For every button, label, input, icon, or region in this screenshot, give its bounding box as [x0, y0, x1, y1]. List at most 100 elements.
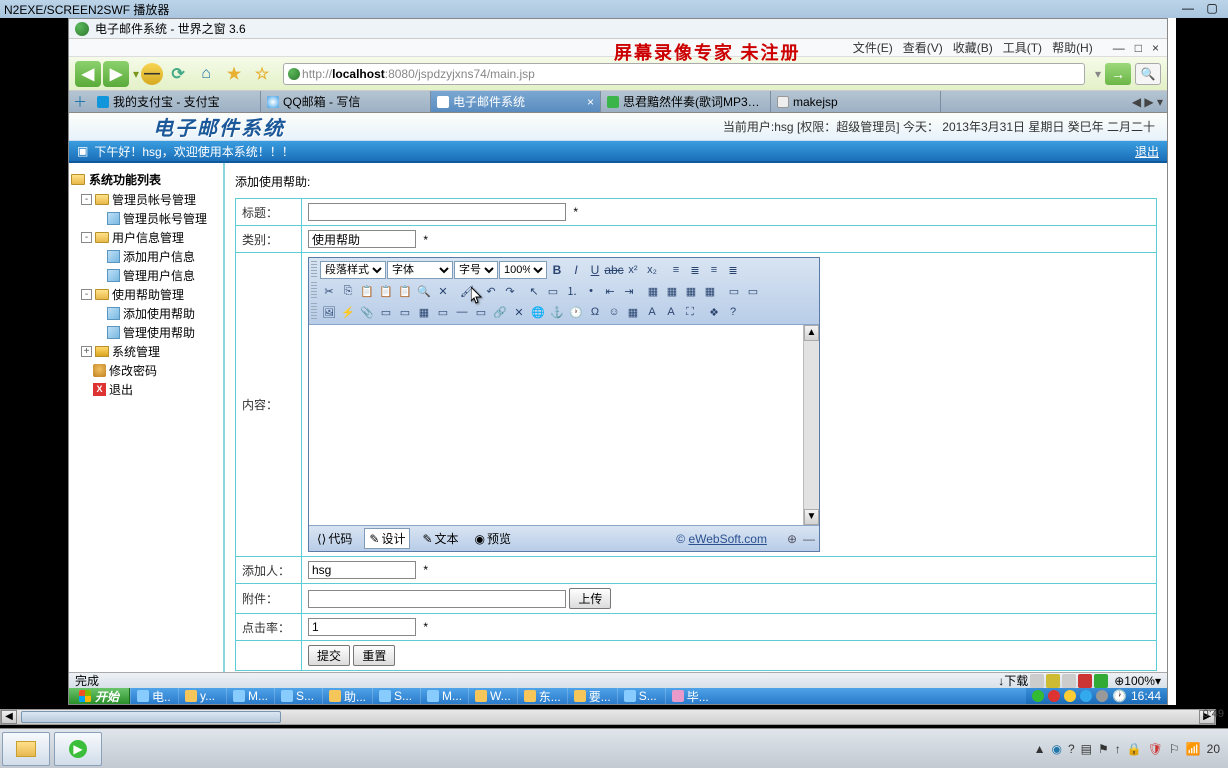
subscript-button[interactable]: x₂ [643, 261, 661, 279]
tree-root[interactable]: 系统功能列表 [71, 169, 221, 190]
input-title[interactable] [308, 203, 566, 221]
emoji-button[interactable]: ☺ [605, 303, 623, 321]
logout-link[interactable]: 退出 [1135, 143, 1159, 160]
start-button[interactable]: 开始 [69, 688, 130, 704]
layer-button[interactable]: ▭ [396, 303, 414, 321]
taskbar-item[interactable]: S... [372, 688, 420, 704]
browser-tab[interactable]: 我的支付宝 - 支付宝 [91, 91, 261, 112]
outer-min-button[interactable]: — [1176, 1, 1200, 17]
table-col-button[interactable]: ▦ [701, 282, 719, 300]
tray-icon[interactable] [1064, 690, 1076, 702]
paste-text-button[interactable]: 📋 [377, 282, 395, 300]
menu-help[interactable]: 帮助(H) [1052, 39, 1093, 56]
tray-icon[interactable] [1032, 690, 1044, 702]
taskbar-item[interactable]: S... [617, 688, 665, 704]
excel-button[interactable]: ▦ [624, 303, 642, 321]
map-button[interactable]: 🌐 [529, 303, 547, 321]
align-justify-button[interactable]: ≣ [724, 261, 742, 279]
system-tray[interactable]: 🕐 16:44 [1026, 688, 1167, 704]
select-size[interactable]: 字号 [454, 261, 498, 279]
status-privacy-icon[interactable] [1062, 674, 1076, 688]
indent-button[interactable]: ⇥ [620, 282, 638, 300]
format-brush-button[interactable]: 🖌 [458, 282, 476, 300]
menu-minimize-button[interactable]: — [1113, 41, 1125, 55]
paste-word-button[interactable]: 📋 [396, 282, 414, 300]
tree-node[interactable]: -用户信息管理 [71, 228, 221, 247]
input-attachment[interactable] [308, 590, 566, 608]
taskbar-item[interactable]: M... [226, 688, 274, 704]
iframe-button[interactable]: ▭ [434, 303, 452, 321]
url-bar[interactable]: http:// localhost :8080/jspdzyjxns74/mai… [283, 63, 1085, 85]
nav-favorite-button[interactable]: ★ [221, 61, 247, 87]
align-right-button[interactable]: ≡ [705, 261, 723, 279]
mode-code[interactable]: ⟨⟩代码 [313, 529, 356, 548]
host-tray-icon[interactable]: ◉ [1051, 742, 1061, 756]
tab-scroll-controls[interactable]: ◀ ▶ ▾ [1128, 91, 1167, 112]
input-category[interactable] [308, 230, 416, 248]
status-secure-icon[interactable] [1094, 674, 1108, 688]
tree-leaf[interactable]: 管理用户信息 [71, 266, 221, 285]
scroll-down-icon[interactable]: ▼ [804, 509, 819, 525]
cut-button[interactable]: ✂ [320, 282, 338, 300]
tree-leaf[interactable]: 添加用户信息 [71, 247, 221, 266]
underline-button[interactable]: U [586, 261, 604, 279]
mode-design[interactable]: ✎设计 [364, 528, 410, 549]
taskbar-item[interactable]: M... [420, 688, 468, 704]
tree-leaf[interactable]: 管理使用帮助 [71, 323, 221, 342]
host-tray-signal-icon[interactable]: 📶 [1186, 742, 1201, 756]
tree-leaf[interactable]: 管理员帐号管理 [71, 209, 221, 228]
submit-button[interactable]: 提交 [308, 645, 350, 666]
menu-view[interactable]: 查看(V) [903, 39, 943, 56]
redo-button[interactable]: ↷ [501, 282, 519, 300]
nav-back-button[interactable]: ◀ [75, 61, 101, 87]
menu-favorites[interactable]: 收藏(B) [953, 39, 993, 56]
table-prop-button[interactable]: ▦ [663, 282, 681, 300]
status-zoom-text[interactable]: 100% [1124, 674, 1155, 688]
host-tray-clock[interactable]: 20 [1207, 742, 1220, 756]
menu-maximize-button[interactable]: □ [1135, 41, 1142, 55]
tree-toggle-icon[interactable]: - [81, 232, 92, 243]
select-arrow-button[interactable]: ↖ [525, 282, 543, 300]
tree-node[interactable]: -管理员帐号管理 [71, 190, 221, 209]
taskbar-item[interactable]: 要... [567, 688, 617, 704]
host-tray-icon[interactable]: ⚐ [1169, 742, 1180, 756]
nav-home-button[interactable]: ⌂ [193, 61, 219, 87]
find-button[interactable]: 🔍 [415, 282, 433, 300]
host-tray-icon[interactable]: ▤ [1081, 742, 1092, 756]
taskbar-item[interactable]: 助... [322, 688, 372, 704]
align-left-button[interactable]: ≡ [667, 261, 685, 279]
select-zoom[interactable]: 100% [499, 261, 547, 279]
form-button[interactable]: ▭ [725, 282, 743, 300]
marquee-button[interactable]: ▭ [472, 303, 490, 321]
scroll-left-icon[interactable]: ◀ [1, 710, 17, 724]
url-dropdown-icon[interactable]: ▾ [1091, 67, 1105, 81]
taskbar-item[interactable]: 东... [517, 688, 567, 704]
host-tray-icon[interactable]: 🔒 [1127, 742, 1142, 756]
align-center-button[interactable]: ≣ [686, 261, 704, 279]
host-tray-icon[interactable]: ? [1068, 742, 1075, 756]
status-popup-icon[interactable] [1046, 674, 1060, 688]
copy-button[interactable]: ⎘ [339, 282, 357, 300]
taskbar-item[interactable]: 电.. [130, 688, 178, 704]
host-tray-icon[interactable]: ↑ [1115, 742, 1121, 756]
menu-tools[interactable]: 工具(T) [1003, 39, 1042, 56]
table-row-button[interactable]: ▦ [682, 282, 700, 300]
tab-new-button[interactable]: ＋ [69, 91, 91, 112]
about-button[interactable]: ❖ [705, 303, 723, 321]
image-button[interactable]: 🖼 [320, 303, 338, 321]
host-tray-icon[interactable]: ⚑ [1098, 742, 1109, 756]
tab-close-button[interactable]: × [587, 95, 594, 109]
host-task-player[interactable]: ▶ [54, 732, 102, 766]
mode-preview[interactable]: ◉预览 [471, 529, 516, 548]
tray-icon[interactable] [1080, 690, 1092, 702]
form2-button[interactable]: ▭ [744, 282, 762, 300]
status-zoom-dropdown-icon[interactable]: ▾ [1155, 674, 1161, 688]
browser-tab[interactable]: 思君黯然伴奏(歌词MP3下载) - ... [601, 91, 771, 112]
host-tray-up-icon[interactable]: ▲ [1034, 742, 1046, 756]
italic-button[interactable]: I [567, 261, 585, 279]
menu-close-button[interactable]: × [1152, 41, 1159, 55]
select-font[interactable]: 字体 [387, 261, 453, 279]
editor-canvas[interactable]: ▲ ▼ [309, 325, 819, 525]
fullscreen-button[interactable]: ⛶ [681, 303, 699, 321]
taskbar-item[interactable]: S... [274, 688, 322, 704]
